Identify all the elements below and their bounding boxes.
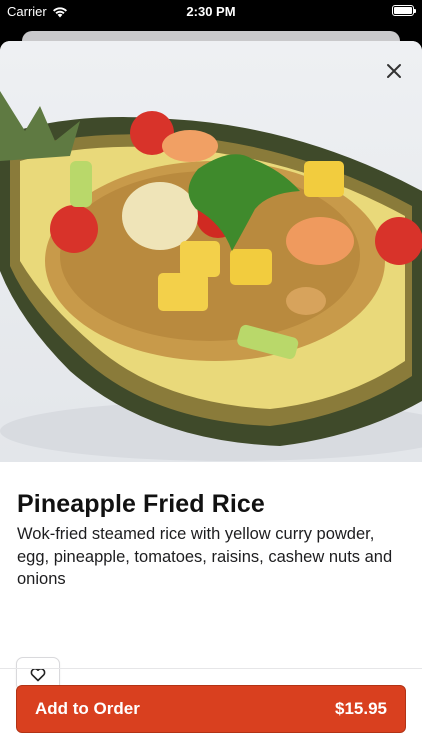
pineapple-fried-rice-illustration <box>0 91 422 461</box>
product-sheet: Pineapple Fried Rice Wok-fried steamed r… <box>0 41 422 750</box>
add-to-order-label: Add to Order <box>35 699 140 718</box>
add-to-order-button[interactable]: Add to Order $15.95 <box>16 685 406 733</box>
close-icon <box>387 64 401 78</box>
battery-icon <box>392 5 416 16</box>
order-price: $15.95 <box>335 699 387 718</box>
close-button[interactable] <box>380 57 408 85</box>
status-bar: Carrier 2:30 PM <box>0 0 422 22</box>
product-description: Wok-fried steamed rice with yellow curry… <box>17 525 393 588</box>
bottom-divider <box>0 668 422 669</box>
product-image <box>0 41 422 462</box>
product-title: Pineapple Fried Rice <box>17 490 265 518</box>
status-time: 2:30 PM <box>186 4 236 19</box>
